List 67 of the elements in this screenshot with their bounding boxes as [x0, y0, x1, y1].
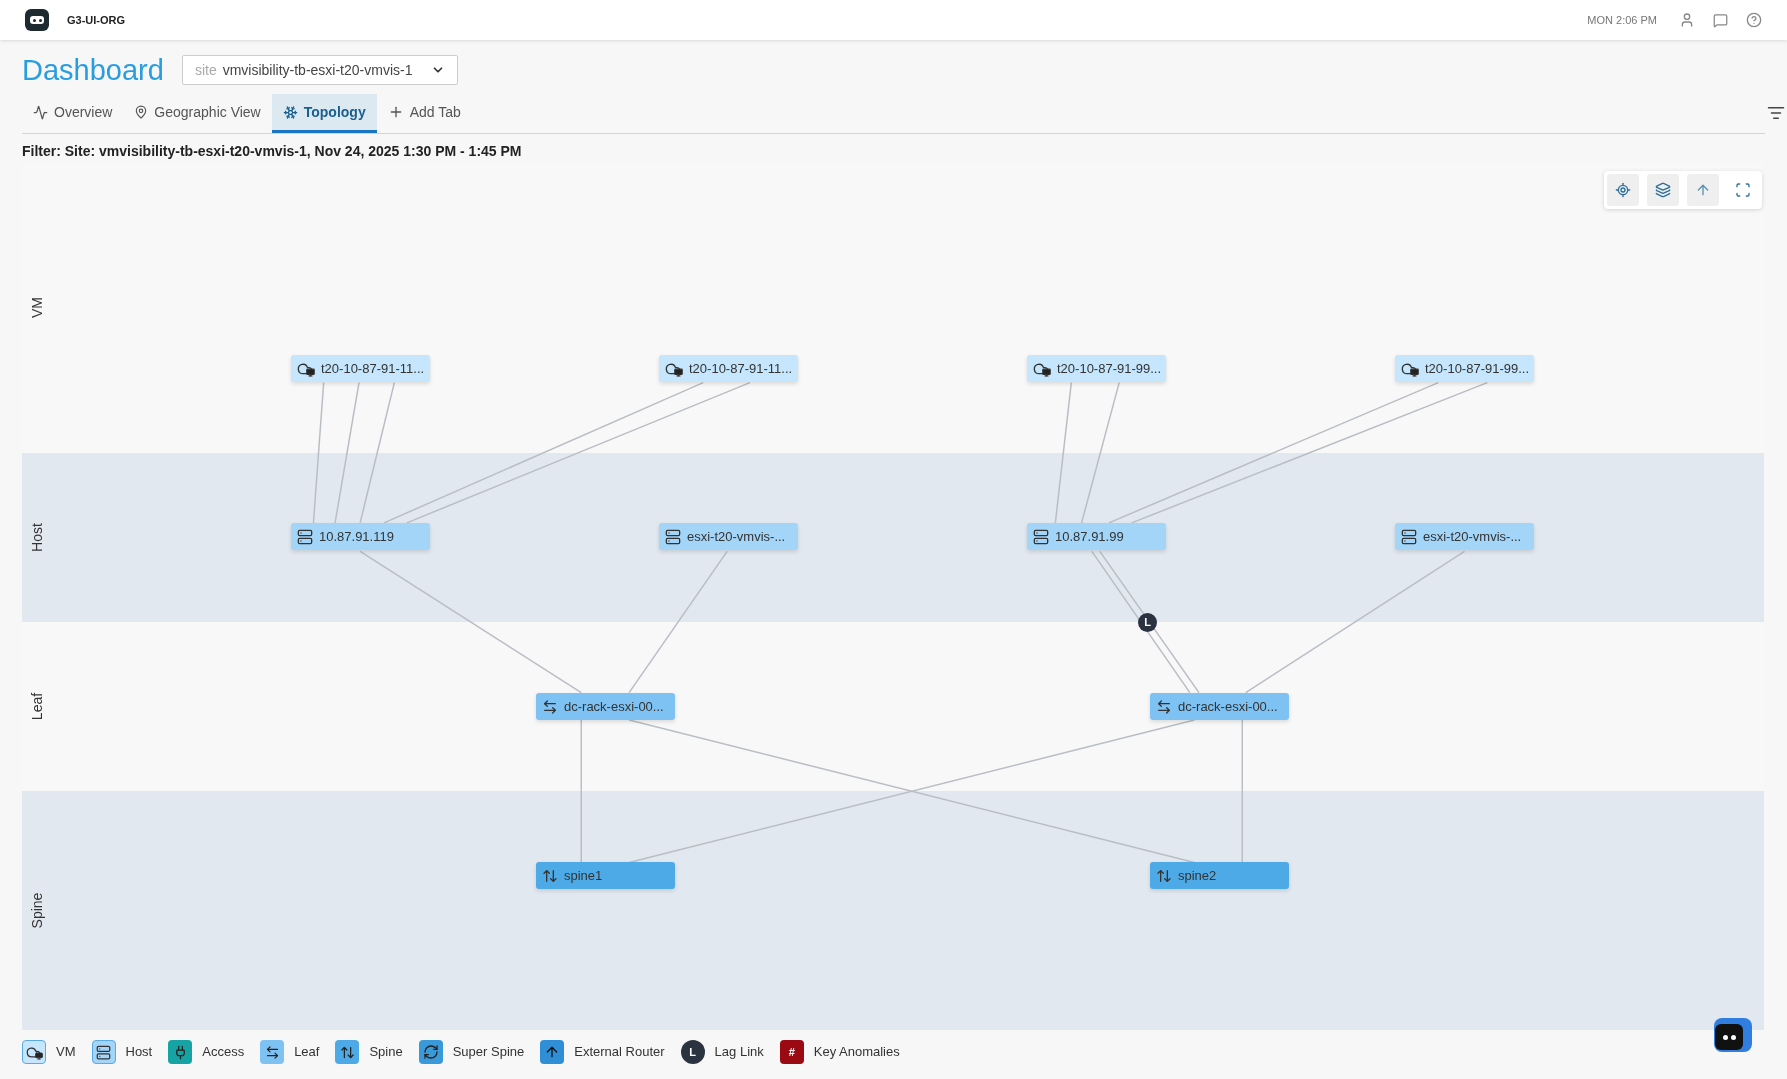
lane-label: Spine	[27, 891, 46, 931]
logo-icon[interactable]	[25, 9, 49, 31]
topology-node[interactable]: 10.87.91.99	[1027, 523, 1166, 550]
lane-label: Host	[27, 522, 46, 554]
server-legend-icon	[91, 1040, 116, 1064]
map-pin-icon	[134, 105, 149, 119]
legend-label: External Router	[574, 1043, 665, 1062]
tab[interactable]: Geographic View	[123, 94, 272, 133]
topology-node[interactable]: t20-10-87-91-99...	[1395, 355, 1534, 382]
up-down-arrows-icon	[542, 867, 558, 884]
left-right-arrows-icon	[542, 698, 558, 715]
locate-button[interactable]	[1607, 174, 1639, 206]
lane-label: VM	[27, 296, 46, 320]
layers-icon	[1655, 182, 1671, 198]
circular-arrows-legend-icon	[418, 1040, 443, 1064]
up-arrow-button[interactable]	[1687, 174, 1719, 206]
legend-label: VM	[56, 1043, 76, 1062]
tab[interactable]: Topology	[271, 94, 377, 133]
topology-node[interactable]: 10.87.91.119	[291, 523, 430, 550]
topology-node[interactable]: t20-10-87-91-11...	[291, 355, 430, 382]
left-right-arrows-icon	[1156, 698, 1172, 715]
page-title: Dashboard	[22, 53, 164, 88]
up-arrow-legend-icon	[540, 1040, 565, 1064]
org-name: G3-UI-ORG	[67, 12, 126, 28]
legend-label: Super Spine	[452, 1043, 525, 1062]
activity-chart-icon	[33, 104, 48, 120]
topology-node[interactable]: dc-rack-esxi-00...	[536, 693, 675, 720]
filter-summary: Filter: Site: vmvisibility-tb-esxi-t20-vmvis-1, Nov 24, 2025 1:30 PM - 1:45 PM	[21, 142, 523, 161]
legend-label: Leaf	[294, 1043, 320, 1062]
tab[interactable]: Overview	[22, 94, 124, 133]
legend-label: Host	[125, 1043, 153, 1062]
site-dropdown[interactable]: site vmvisibility-tb-esxi-t20-vmvis-1	[181, 55, 458, 85]
legend-label: Key Anomalies	[813, 1043, 900, 1062]
left-right-arrows-legend-icon	[260, 1040, 285, 1064]
lane-label: Leaf	[27, 691, 46, 723]
tab[interactable]: Add Tab	[376, 94, 472, 133]
topology-node[interactable]: t20-10-87-91-11...	[659, 355, 798, 382]
chat-icon[interactable]	[1713, 12, 1728, 28]
server-icon	[297, 528, 313, 545]
server-icon	[1401, 528, 1417, 545]
fullscreen-icon	[1735, 182, 1751, 198]
layers-button[interactable]	[1647, 174, 1679, 206]
topology-node[interactable]: dc-rack-esxi-00...	[1150, 693, 1289, 720]
legend-label: Access	[202, 1043, 245, 1062]
site-value: vmvisibility-tb-esxi-t20-vmvis-1	[222, 60, 413, 80]
lag-link-legend-marker: L	[680, 1040, 705, 1064]
locate-icon	[1615, 182, 1631, 198]
topology-node[interactable]: spine1	[536, 862, 675, 889]
up-down-arrows-icon	[1156, 867, 1172, 884]
up-down-arrows-legend-icon	[335, 1040, 360, 1064]
assistant-bot-icon[interactable]	[1714, 1018, 1752, 1052]
anomaly-legend-marker: #	[779, 1040, 804, 1064]
plug-legend-icon	[168, 1040, 193, 1064]
topology-node[interactable]: t20-10-87-91-99...	[1027, 355, 1166, 382]
vm-legend-icon	[22, 1040, 46, 1064]
legend-label: Spine	[369, 1043, 403, 1062]
server-icon	[1033, 528, 1049, 545]
filter-icon[interactable]	[1767, 104, 1785, 122]
clock-time: MON 2:06 PM	[1587, 12, 1657, 28]
topology-node[interactable]: esxi-t20-vmvis-...	[659, 523, 798, 550]
server-icon	[665, 528, 681, 545]
help-icon[interactable]	[1746, 12, 1762, 28]
topology-node[interactable]: esxi-t20-vmvis-...	[1395, 523, 1534, 550]
user-icon[interactable]	[1679, 12, 1695, 28]
site-prefix: site	[194, 60, 217, 80]
legend-label: Lag Link	[714, 1043, 764, 1062]
topology-node[interactable]: spine2	[1150, 862, 1289, 889]
